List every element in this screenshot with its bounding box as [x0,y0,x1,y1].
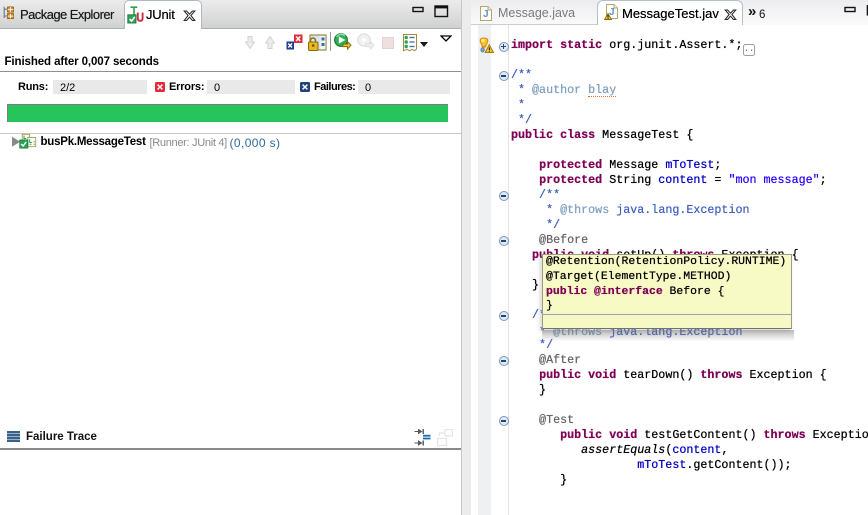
svg-text:J: J [483,9,489,20]
